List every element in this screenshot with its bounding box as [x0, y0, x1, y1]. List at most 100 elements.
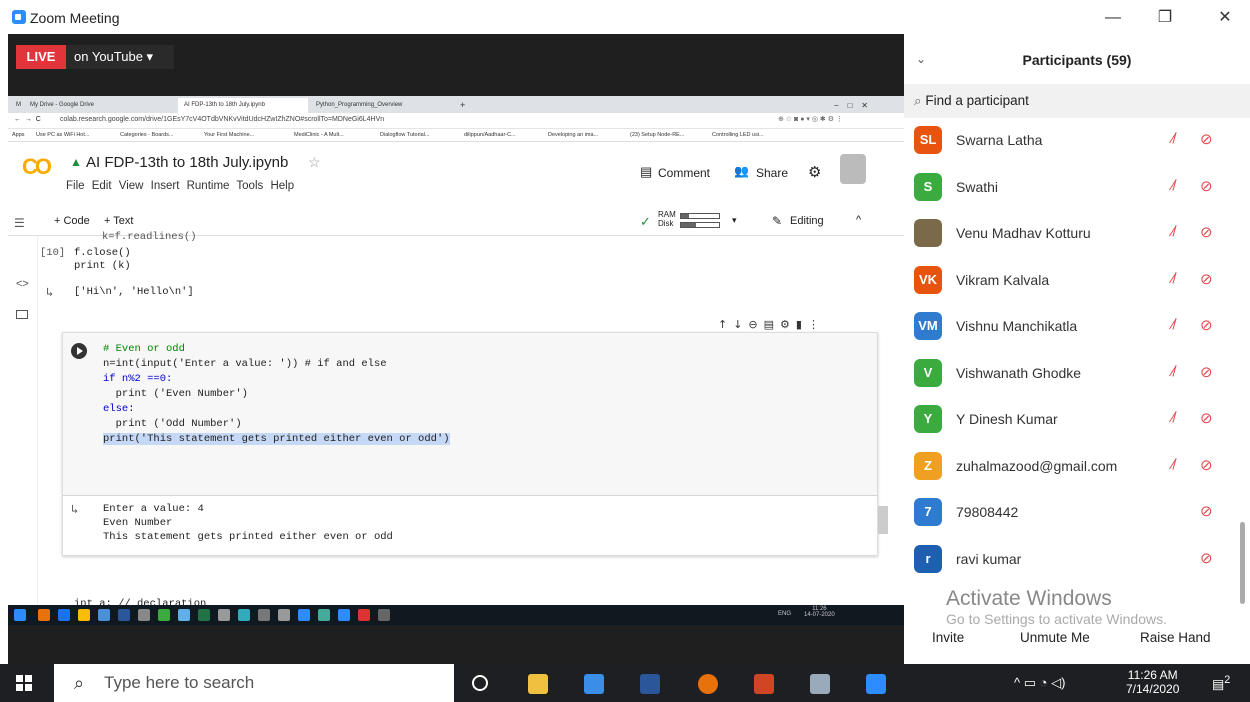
bookmark-item[interactable]: Your First Machine... [204, 132, 254, 138]
app-icon[interactable] [584, 674, 604, 694]
star-icon[interactable]: ☆ [308, 154, 321, 171]
windows-start-icon[interactable] [16, 675, 32, 691]
colab-logo[interactable]: CO [22, 154, 52, 180]
remote-app-icon[interactable] [278, 609, 290, 621]
toc-icon[interactable]: ☰ [14, 216, 25, 230]
bookmark-item[interactable]: MediClinic - A Mult... [294, 132, 344, 138]
file-explorer-icon[interactable] [528, 674, 548, 694]
bookmark-item[interactable]: Use PC as WiFi Hot... [36, 132, 89, 138]
participant-row[interactable]: 7 79808442 ⊘ [904, 490, 1250, 536]
remote-app-icon[interactable] [238, 609, 250, 621]
app-icon[interactable] [754, 674, 774, 694]
remote-zoom-icon[interactable] [338, 609, 350, 621]
bookmarks-bar: Apps Use PC as WiFi Hot... Categories - … [8, 129, 904, 142]
browser-window-controls[interactable]: − □ ✕ [828, 98, 874, 113]
participant-row[interactable]: Zzuhalmazood@gmail.com ⁄̸ ⊘ [904, 444, 1250, 490]
remote-settings-icon[interactable] [378, 609, 390, 621]
remote-app-icon[interactable] [158, 609, 170, 621]
extension-icons[interactable]: ⊕ ☆ ◙ ● ▾ ◎ ✱ ⚙ ⋮ [778, 115, 843, 123]
share-icon[interactable]: 👥 [734, 164, 749, 178]
zoom-taskbar-icon[interactable] [866, 674, 886, 694]
muted-mic-icon: ⁄̸ [1172, 362, 1175, 380]
minimize-button[interactable]: — [1098, 6, 1128, 30]
unmute-me-button[interactable]: Unmute Me [1020, 627, 1090, 649]
bookmark-item[interactable]: Developing an ima... [548, 132, 598, 138]
editing-mode[interactable]: Editing [790, 215, 824, 227]
remote-word-icon[interactable] [118, 609, 130, 621]
remote-firefox-icon[interactable] [38, 609, 50, 621]
code-line-selected: print('This statement gets printed eithe… [103, 433, 450, 445]
address-bar[interactable]: ← → C colab.research.google.com/drive/1G… [8, 113, 904, 129]
notebook-title[interactable]: AI FDP-13th to 18th July.ipynb [86, 154, 288, 171]
add-text-button[interactable]: + Text [104, 215, 133, 227]
invite-button[interactable]: Invite [932, 627, 965, 649]
remote-chrome-icon[interactable] [78, 609, 90, 621]
remote-app-icon[interactable] [318, 609, 330, 621]
live-youtube-dropdown[interactable]: on YouTube ▾ [66, 45, 174, 69]
bookmark-apps[interactable]: Apps [12, 132, 25, 138]
participant-row[interactable]: Venu Madhav Kotturu ⁄̸ ⊘ [904, 211, 1250, 257]
tab-python-overview[interactable]: Python_Programming_Overview [310, 98, 450, 113]
settings-gear-icon[interactable]: ⚙ [808, 163, 821, 181]
remote-edge-icon[interactable] [58, 609, 70, 621]
raise-hand-button[interactable]: Raise Hand [1140, 627, 1211, 649]
tab-colab[interactable]: AI FDP-13th to 18th July.ipynb [178, 98, 308, 113]
word-icon[interactable] [640, 674, 660, 694]
tab-drive[interactable]: My Drive - Google Drive [24, 98, 174, 113]
participant-row[interactable]: VK Vikram Kalvala ⁄̸ ⊘ [904, 258, 1250, 304]
new-tab-button[interactable]: + [454, 98, 471, 113]
chevron-up-icon[interactable]: ^ [856, 214, 861, 226]
taskbar-search-input[interactable]: ⌕ Type here to search [54, 664, 454, 702]
paint-icon[interactable] [810, 674, 830, 694]
participant-avatar: Y [914, 405, 942, 433]
bookmark-item[interactable]: Dialogflow Tutorial... [380, 132, 430, 138]
resource-labels[interactable]: RAM Disk [658, 210, 676, 228]
add-code-button[interactable]: + Code [54, 215, 90, 227]
code-cell[interactable]: # Even or odd n=int(input('Enter a value… [62, 332, 878, 496]
prev-cell-line: f.close() [74, 247, 131, 259]
comment-icon[interactable]: ▤ [640, 164, 652, 180]
remote-app-icon[interactable] [358, 609, 370, 621]
comment-button[interactable]: Comment [658, 166, 710, 180]
system-tray-icons[interactable]: ^ ▭ ◔ ◁) [1014, 675, 1065, 691]
code-snippets-icon[interactable]: <> [16, 278, 29, 290]
live-badge[interactable]: LIVE [16, 45, 66, 69]
bookmark-item[interactable]: dilippun/Aadhaar-C... [464, 132, 516, 138]
url-text[interactable]: colab.research.google.com/drive/1GEsY7cV… [60, 116, 384, 123]
cell-toolbar-icons[interactable]: ↑↓⊖▤⚙▮⋮ [718, 318, 825, 331]
run-cell-button[interactable] [71, 343, 87, 359]
remote-app-icon[interactable] [178, 609, 190, 621]
participant-row[interactable]: S Swathi ⁄̸ ⊘ [904, 165, 1250, 211]
chrome-icon[interactable] [698, 674, 718, 694]
colab-menu[interactable]: File Edit View Insert Runtime Tools Help [66, 180, 294, 192]
remote-app-icon[interactable] [98, 609, 110, 621]
share-button[interactable]: Share [756, 166, 788, 180]
back-icon[interactable]: ← → C [14, 116, 41, 123]
participant-row[interactable]: Y Y Dinesh Kumar ⁄̸ ⊘ [904, 397, 1250, 443]
participant-search-input[interactable]: ⌕ Find a participant [904, 84, 1250, 118]
taskbar-clock[interactable]: 11:26 AM 7/14/2020 [1126, 668, 1179, 696]
video-off-icon: ⊘ [1200, 131, 1213, 148]
remote-app-icon[interactable] [138, 609, 150, 621]
participant-row[interactable]: V Vishwanath Ghodke ⁄̸ ⊘ [904, 351, 1250, 397]
maximize-button[interactable]: ❐ [1150, 6, 1180, 30]
remote-start-icon[interactable] [14, 609, 26, 621]
files-folder-icon[interactable] [16, 310, 28, 319]
remote-app-icon[interactable] [298, 609, 310, 621]
runtime-dropdown-icon[interactable]: ▾ [732, 215, 737, 226]
remote-app-icon[interactable] [218, 609, 230, 621]
participant-row[interactable]: VM Vishnu Manchikatla ⁄̸ ⊘ [904, 304, 1250, 350]
remote-app-icon[interactable] [258, 609, 270, 621]
panel-scrollbar[interactable] [1240, 522, 1245, 604]
notifications-icon[interactable]: ▤2 [1212, 674, 1230, 692]
bookmark-item[interactable]: Categories - Boards... [120, 132, 174, 138]
cortana-icon[interactable] [472, 675, 488, 691]
participant-row[interactable]: r ravi kumar ⊘ [904, 537, 1250, 583]
close-button[interactable]: ✕ [1210, 6, 1240, 30]
scrollbar-thumb[interactable] [878, 506, 888, 534]
avatar[interactable] [840, 154, 866, 184]
bookmark-item[interactable]: Controlling LED usi... [712, 132, 764, 138]
participant-row[interactable]: SL Swarna Latha ⁄̸ ⊘ [904, 118, 1250, 164]
bookmark-item[interactable]: (23) Setup Node-RE... [630, 132, 684, 138]
remote-app-icon[interactable] [198, 609, 210, 621]
